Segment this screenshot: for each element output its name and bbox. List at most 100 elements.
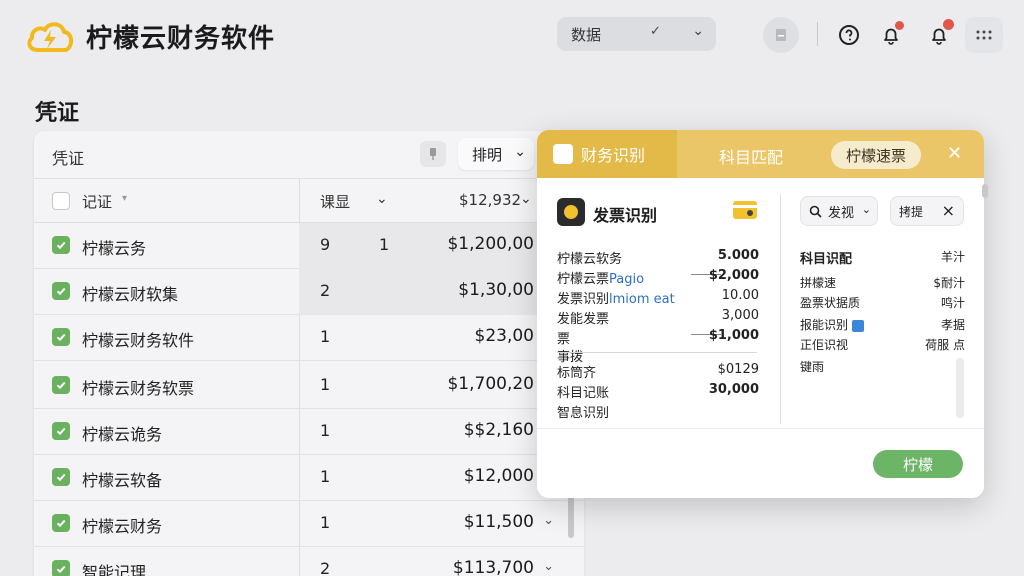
match-header-value: 羊汁: [940, 250, 965, 264]
match-row-label: 正佢识视: [800, 338, 849, 352]
match-row[interactable]: 拼檬速 $耐汁: [800, 274, 965, 292]
tab-logo-icon: [553, 144, 573, 164]
column-header-amount[interactable]: $12,932: [459, 191, 521, 209]
row-qty: 1: [320, 513, 331, 532]
row-qty: 1: [320, 375, 331, 394]
invoice-separator: [557, 352, 757, 353]
row-amount: $1,700,20: [447, 374, 534, 394]
alert-badge: [943, 19, 954, 30]
match-row[interactable]: 键雨: [800, 358, 965, 376]
table-row[interactable]: 柠檬云财务软件 1 $23,00: [34, 315, 584, 361]
more-menu-button[interactable]: [965, 17, 1003, 53]
invoice-row-label: 柠檬云票: [557, 272, 610, 287]
match-row-label: 盈票状据质: [800, 296, 861, 310]
row-checkbox[interactable]: [52, 560, 70, 576]
row-amount: $12,000: [463, 466, 534, 486]
notification-button[interactable]: [876, 20, 906, 50]
match-row-value: 荷服 点: [925, 338, 965, 352]
chevron-down-icon[interactable]: ⌄: [543, 513, 554, 528]
invoice-section-title: 发票识别: [593, 206, 658, 225]
match-row-value: $耐汁: [933, 276, 965, 290]
row-name: 柠檬云软备: [82, 471, 163, 490]
invoice-row-extra: lmiom eat: [609, 292, 675, 307]
notification-badge: [895, 21, 904, 30]
row-qty: 1: [320, 421, 331, 440]
row-checkbox[interactable]: [52, 468, 70, 486]
card-header: 凭证 排明 ⌄: [34, 131, 584, 179]
sort-select[interactable]: 排明 ⌄: [458, 138, 534, 170]
match-row[interactable]: 报能识别 孝据: [800, 316, 965, 334]
check-icon: [56, 241, 66, 250]
cloud-lightning-logo-icon: [27, 22, 73, 52]
check-icon: [56, 381, 66, 390]
match-row[interactable]: 正佢识视 荷服 点: [800, 336, 965, 354]
alert-button[interactable]: [924, 19, 954, 50]
check-icon: [56, 333, 66, 342]
table-row[interactable]: 柠檬云财务软票 1 $1,700,20: [34, 363, 584, 409]
help-button[interactable]: [834, 20, 864, 50]
data-select[interactable]: 数据 ✓ ⌄: [557, 17, 716, 51]
row-checkbox[interactable]: [52, 376, 70, 394]
invoice-row-value: $2,000: [708, 268, 759, 283]
check-icon: [56, 473, 66, 482]
column-header-qty[interactable]: 课显: [320, 191, 350, 212]
app-title: 柠檬云财务软件: [86, 24, 276, 54]
table-row[interactable]: 柠檬云诡务 1 $$2,160: [34, 409, 584, 455]
column-header-name[interactable]: 记证: [82, 191, 112, 212]
invoice-row: 柠檬云票Pagio $2,000: [557, 268, 759, 287]
popup-footer-divider: [537, 428, 984, 429]
confirm-button[interactable]: 柠檬: [873, 450, 963, 478]
tab-subject-match[interactable]: 科目匹配: [719, 144, 783, 168]
pin-icon: [430, 148, 436, 160]
row-qty-secondary: 1: [379, 235, 390, 254]
top-bar: 柠檬云财务软件 数据 ✓ ⌄: [0, 0, 1024, 76]
help-circle-icon: [839, 25, 859, 45]
page-title: 凭证: [35, 101, 80, 126]
toolbar-divider: [817, 22, 818, 46]
invoice-row: 标筒齐 $0129: [557, 362, 759, 381]
close-icon[interactable]: ✕: [947, 143, 962, 164]
pin-button[interactable]: [420, 141, 446, 167]
tab-finance-recognition[interactable]: 财务识别: [537, 130, 677, 178]
popup-tab-bar: 财务识别 科目匹配 柠檬速票 ✕: [537, 130, 984, 178]
table-row[interactable]: 智能记理 2 $113,700 ⌄: [34, 547, 584, 576]
page-scrollbar[interactable]: [982, 184, 988, 198]
search-icon: [809, 205, 822, 218]
check-icon: [56, 287, 66, 296]
close-icon[interactable]: ×: [942, 201, 955, 220]
match-row-label: 键雨: [800, 360, 825, 374]
select-all-checkbox[interactable]: [52, 192, 70, 210]
row-checkbox[interactable]: [52, 282, 70, 300]
row-checkbox[interactable]: [52, 422, 70, 440]
match-scrollbar[interactable]: [956, 358, 964, 418]
voucher-table-card: 凭证 排明 ⌄ 记证 ▾ 课显 ⌄ $12,932 ⌄ 柠檬云务 9 1 $1,200…: [34, 131, 584, 576]
check-icon: [56, 565, 66, 574]
invoice-row-label: 票: [557, 332, 571, 347]
invoice-row: 票 $1,000: [557, 328, 759, 347]
tab-quick-invoice[interactable]: 柠檬速票: [831, 141, 921, 169]
row-checkbox[interactable]: [52, 328, 70, 346]
wallet-icon: [733, 201, 757, 219]
table-row[interactable]: 柠檬云软备 1 $12,000: [34, 455, 584, 501]
invoice-row-label: 智息识别: [557, 406, 610, 421]
save-button[interactable]: [763, 17, 799, 53]
filter-chip[interactable]: 拷提 ×: [890, 196, 964, 226]
search-select[interactable]: 发视 ⌄: [800, 196, 878, 226]
invoice-row: 发能发票 3,000: [557, 308, 759, 327]
row-name: 柠檬云财务软票: [82, 379, 195, 398]
filter-label: 拷提: [899, 204, 924, 219]
chevron-down-icon[interactable]: ⌄: [543, 559, 554, 574]
invoice-row-label: 柠檬云软务: [557, 252, 623, 267]
data-select-label: 数据: [571, 25, 602, 44]
invoice-row-value: 5.000: [717, 248, 759, 263]
table-row[interactable]: 柠檬云财软集 2 $1,30,00: [34, 269, 584, 315]
match-row[interactable]: 盈票状据质 鸣汁: [800, 294, 965, 312]
table-row[interactable]: 柠檬云务 9 1 $1,200,00: [34, 223, 584, 269]
table-row[interactable]: 柠檬云财务 1 $11,500 ⌄: [34, 501, 584, 547]
row-amount: $23,00: [474, 326, 534, 346]
row-checkbox[interactable]: [52, 514, 70, 532]
edit-icon[interactable]: [852, 319, 865, 332]
row-checkbox[interactable]: [52, 236, 70, 254]
row-qty: 2: [320, 559, 331, 576]
row-qty: 1: [320, 467, 331, 486]
